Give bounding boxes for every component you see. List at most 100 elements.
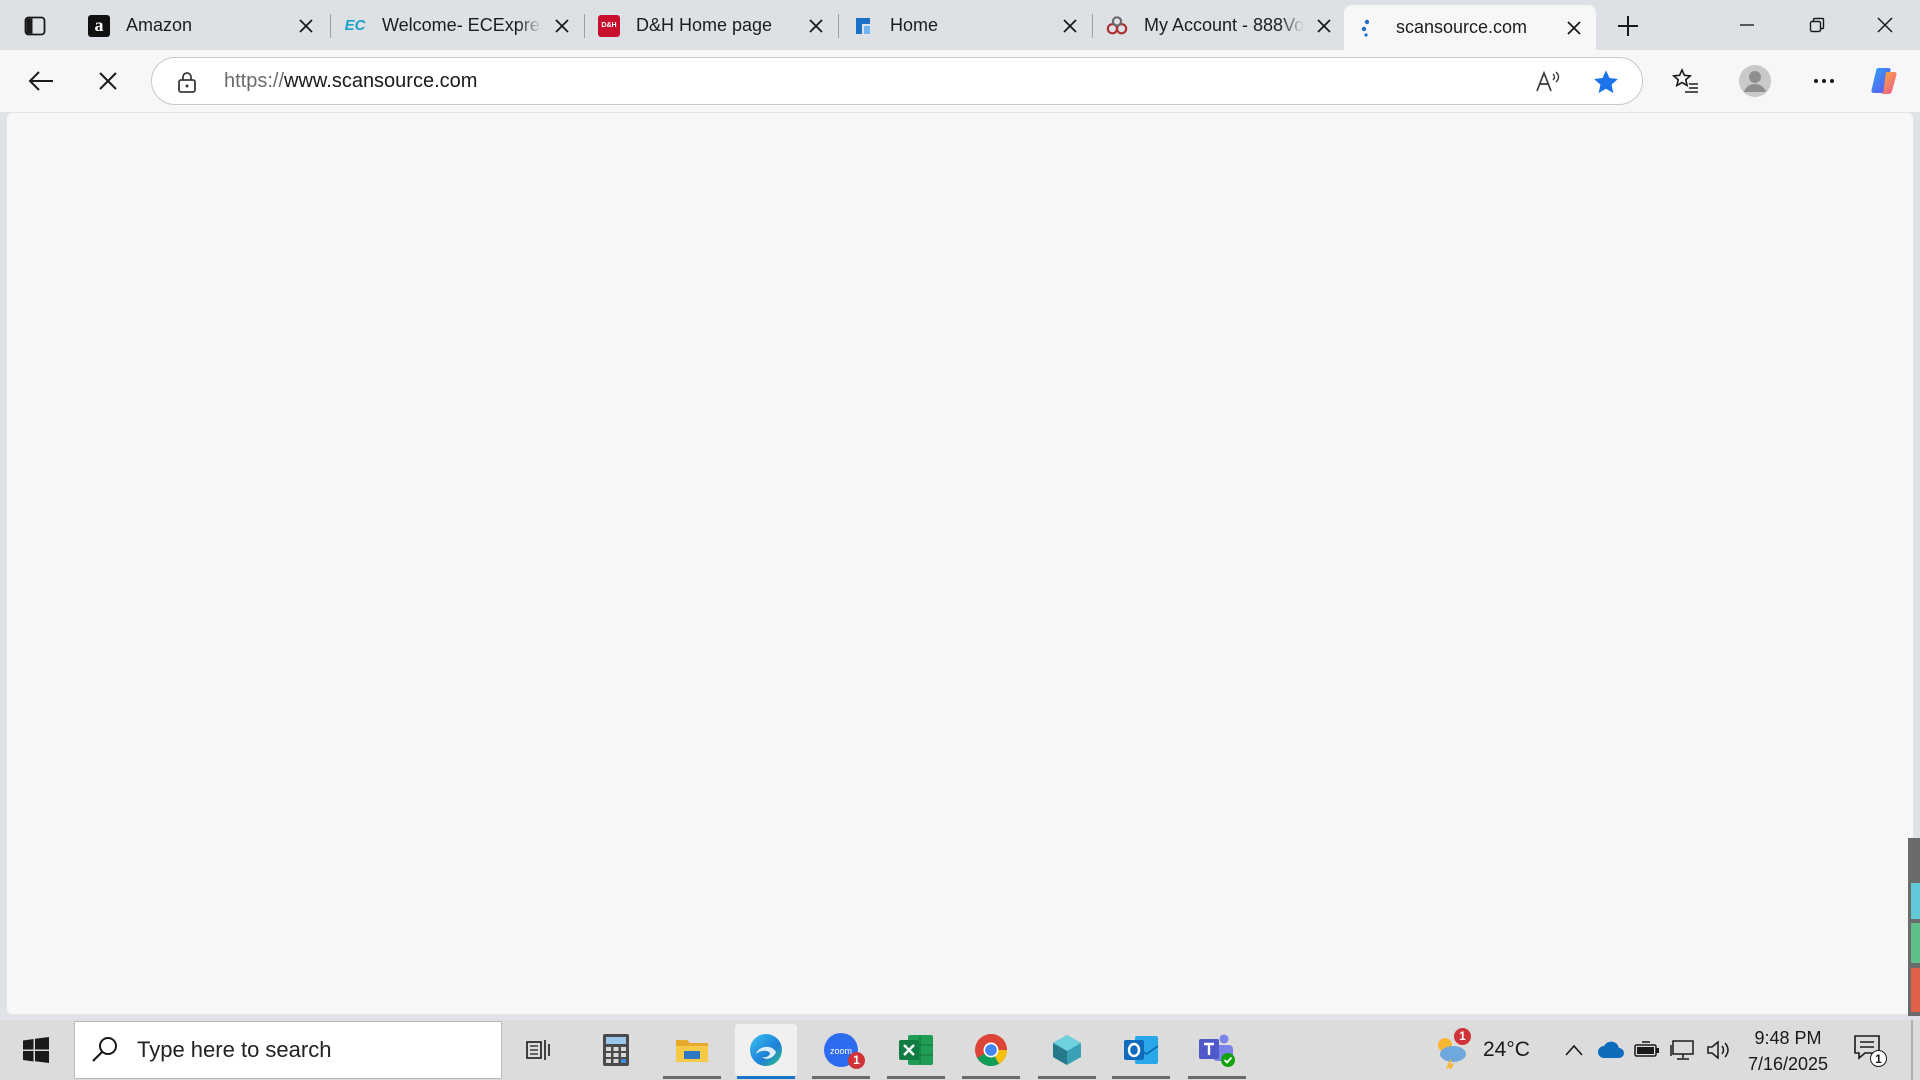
tab-separator [584, 14, 585, 38]
task-view-button[interactable] [508, 1024, 570, 1076]
tab-amazon[interactable]: a Amazon [76, 5, 328, 46]
windows-logo-icon [23, 1037, 49, 1063]
close-icon [809, 18, 823, 33]
search-icon [92, 1037, 117, 1062]
clock-time: 9:48 PM [1754, 1028, 1822, 1048]
read-aloud-button[interactable] [1532, 66, 1564, 98]
copilot-button[interactable] [1866, 61, 1906, 101]
tab-ecexpress[interactable]: EC Welcome- ECExpress [332, 5, 584, 46]
battery-icon [1634, 1041, 1659, 1057]
tab-actions-button[interactable] [18, 11, 52, 41]
close-tab-button[interactable] [1312, 14, 1336, 38]
back-button[interactable] [21, 61, 61, 101]
system-clock[interactable]: 9:48 PM 7/16/2025 [1735, 1025, 1841, 1077]
favorites-list-icon [1672, 68, 1698, 93]
page-content [6, 112, 1914, 1015]
minimize-button[interactable] [1712, 0, 1782, 50]
volume-tray-icon[interactable] [1704, 1034, 1734, 1066]
tab-title: My Account - 888Voip [1144, 15, 1304, 35]
new-tab-button[interactable] [1612, 10, 1644, 42]
tab-title: Amazon [126, 15, 193, 35]
scansource-favicon [1356, 17, 1378, 39]
copilot-icon [1871, 68, 1897, 94]
browser-toolbar: https://www.scansource.com [0, 50, 1920, 112]
close-tab-button[interactable] [1058, 14, 1082, 38]
tab-separator [330, 14, 331, 38]
tab-title: D&H Home page [636, 15, 773, 35]
chrome-icon [975, 1034, 1008, 1067]
favorites-button[interactable] [1666, 61, 1706, 101]
zoom-badge: 1 [848, 1052, 865, 1069]
close-icon [1567, 20, 1581, 35]
excel-app[interactable] [885, 1024, 947, 1079]
close-icon [1063, 18, 1077, 33]
address-bar[interactable]: https://www.scansource.com [151, 57, 1643, 105]
tab-strip: a Amazon EC Welcome- ECExpress D&H D&H H… [0, 0, 1920, 50]
profile-button[interactable] [1735, 61, 1775, 101]
tab-home[interactable]: Home [840, 5, 1092, 46]
url-text[interactable]: https://www.scansource.com [224, 70, 477, 93]
network-tray-icon[interactable] [1668, 1034, 1698, 1066]
edge-icon [750, 1034, 782, 1066]
close-icon [99, 72, 117, 90]
diamond-app-icon [1053, 1035, 1081, 1065]
outlook-icon [1124, 1036, 1159, 1064]
favorite-star-button[interactable] [1590, 66, 1622, 98]
close-icon [299, 18, 313, 33]
888voip-favicon [1106, 15, 1128, 37]
minimize-icon [1740, 24, 1754, 26]
taskbar-search-box[interactable] [74, 1021, 502, 1079]
close-tab-button[interactable] [804, 14, 828, 38]
close-window-button[interactable] [1850, 0, 1920, 50]
tab-title: Welcome- ECExpress [382, 15, 542, 35]
tab-my-account[interactable]: My Account - 888Voip [1094, 5, 1346, 46]
close-icon [555, 18, 569, 33]
weather-widget[interactable]: 1 [1430, 1028, 1472, 1070]
show-desktop-button[interactable] [1911, 1020, 1913, 1080]
tab-separator [838, 14, 839, 38]
notification-count-badge: 1 [1870, 1050, 1887, 1067]
read-aloud-icon [1536, 70, 1560, 92]
chrome-app[interactable] [960, 1024, 1022, 1079]
tab-title: scansource.com [1396, 17, 1528, 37]
plus-icon [1618, 16, 1638, 36]
speaker-icon [1707, 1040, 1729, 1060]
diamond-app[interactable] [1036, 1024, 1098, 1079]
weather-temperature[interactable]: 24°C [1483, 1038, 1530, 1062]
battery-tray-icon[interactable] [1632, 1034, 1662, 1066]
tab-dh-home[interactable]: D&H D&H Home page [586, 5, 838, 46]
dh-favicon: D&H [598, 14, 620, 37]
close-tab-button[interactable] [1562, 16, 1586, 40]
show-hidden-icons-button[interactable] [1560, 1034, 1588, 1066]
windows-taskbar: zoom 1 1 24°C 9:48 PM 7/16/2025 1 [0, 1020, 1920, 1080]
onedrive-tray-icon[interactable] [1596, 1034, 1626, 1066]
amazon-favicon: a [88, 14, 110, 37]
outlook-app[interactable] [1110, 1024, 1172, 1079]
close-icon [1877, 17, 1893, 33]
teams-app[interactable] [1186, 1024, 1248, 1079]
stop-loading-button[interactable] [88, 61, 128, 101]
lock-icon[interactable] [176, 70, 198, 94]
star-filled-icon [1594, 70, 1618, 93]
zoom-app[interactable]: zoom 1 [810, 1024, 872, 1079]
close-icon [1317, 18, 1331, 33]
close-tab-button[interactable] [550, 14, 574, 38]
teams-icon [1199, 1034, 1235, 1067]
clock-date: 7/16/2025 [1747, 1054, 1829, 1074]
settings-more-button[interactable] [1804, 61, 1844, 101]
side-panel-strip [1908, 838, 1920, 1016]
notification-center-button[interactable]: 1 [1852, 1032, 1888, 1068]
restore-button[interactable] [1782, 0, 1852, 50]
close-tab-button[interactable] [294, 14, 318, 38]
tab-scansource[interactable]: scansource.com [1344, 5, 1596, 50]
file-explorer-app[interactable] [661, 1024, 723, 1079]
cloud-icon [1598, 1041, 1624, 1058]
home-favicon [852, 15, 874, 37]
calculator-app[interactable] [585, 1024, 647, 1076]
edge-app[interactable] [735, 1024, 797, 1079]
search-input[interactable] [137, 1037, 467, 1063]
start-button[interactable] [12, 1028, 60, 1072]
url-host: www.scansource.com [284, 70, 478, 92]
ecexpress-favicon: EC [344, 17, 366, 34]
tab-title: Home [890, 15, 939, 35]
